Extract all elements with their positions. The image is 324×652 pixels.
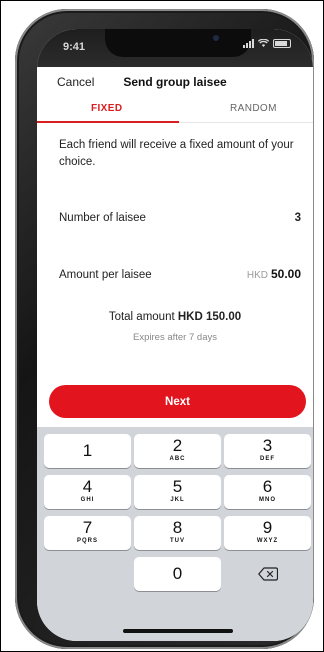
tab-bar: FIXED RANDOM (37, 95, 313, 123)
key-digit: 0 (172, 564, 183, 583)
key-letters: ABC (169, 456, 186, 462)
active-tab-indicator (37, 121, 179, 123)
number-of-laisee-value[interactable]: 3 (295, 212, 301, 224)
key-letters: GHI (80, 497, 95, 503)
amount-per-laisee-label: Amount per laisee (59, 269, 152, 281)
expires-text: Expires after 7 days (133, 332, 217, 343)
tab-fixed[interactable]: FIXED (91, 103, 122, 114)
key-letters: JKL (170, 497, 185, 503)
number-of-laisee-label: Number of laisee (59, 212, 146, 224)
status-time: 9:41 (63, 41, 86, 53)
key-letters: MNO (259, 497, 276, 503)
key-8[interactable]: 8 TUV (134, 516, 221, 550)
key-0[interactable]: 0 (134, 557, 221, 591)
key-digit: 7 (82, 518, 93, 537)
battery-icon (273, 39, 291, 48)
key-digit: 1 (82, 441, 93, 460)
key-digit: 6 (262, 477, 273, 496)
key-digit: 8 (172, 518, 183, 537)
currency-label: HKD (246, 270, 268, 281)
page-title: Send group laisee (123, 75, 227, 89)
key-5[interactable]: 5 JKL (134, 475, 221, 509)
key-letters: PQRS (76, 538, 98, 544)
home-indicator (123, 629, 233, 633)
key-6[interactable]: 6 MNO (224, 475, 311, 509)
phone-screen: 9:41 Cancel Send group laisee FIXED RAND… (37, 29, 313, 641)
key-7[interactable]: 7 PQRS (44, 516, 131, 550)
key-letters: TUV (170, 538, 185, 544)
numeric-keypad: 1 2 ABC 3 DEF 4 GHI 5 JKL 6 MNO 7 PQRS 8… (37, 427, 313, 641)
signal-icon (243, 39, 254, 48)
delete-key[interactable] (224, 557, 311, 591)
key-digit: 5 (172, 477, 183, 496)
total-value: HKD 150.00 (177, 311, 242, 323)
key-letters: WXYZ (256, 538, 279, 544)
key-digit: 4 (82, 477, 93, 496)
next-button[interactable]: Next (49, 385, 306, 418)
phone-body: 9:41 Cancel Send group laisee FIXED RAND… (15, 9, 314, 649)
key-1[interactable]: 1 (44, 434, 131, 468)
status-icons (243, 39, 291, 48)
total-amount: Total amount HKD 150.00 (37, 311, 313, 323)
amount-value: 50.00 (270, 267, 301, 281)
notch (105, 29, 251, 57)
key-3[interactable]: 3 DEF (224, 434, 311, 468)
image-frame: 9:41 Cancel Send group laisee FIXED RAND… (0, 0, 324, 652)
wifi-icon (258, 39, 269, 47)
key-2[interactable]: 2 ABC (134, 434, 221, 468)
total-label: Total amount (108, 311, 175, 323)
key-digit: 3 (262, 436, 273, 455)
key-digit: 9 (262, 518, 273, 537)
description-text: Each friend will receive a fixed amount … (59, 139, 294, 168)
key-4[interactable]: 4 GHI (44, 475, 131, 509)
nav-bar: Cancel Send group laisee (37, 67, 313, 95)
key-letters: DEF (260, 456, 275, 462)
camera-icon (213, 35, 219, 41)
key-9[interactable]: 9 WXYZ (224, 516, 311, 550)
key-digit: 2 (172, 436, 183, 455)
amount-per-laisee-field[interactable]: HKD 50.00 (247, 267, 301, 281)
tab-random[interactable]: RANDOM (230, 103, 277, 114)
backspace-icon (257, 567, 278, 581)
status-bar: 9:41 (37, 29, 313, 67)
